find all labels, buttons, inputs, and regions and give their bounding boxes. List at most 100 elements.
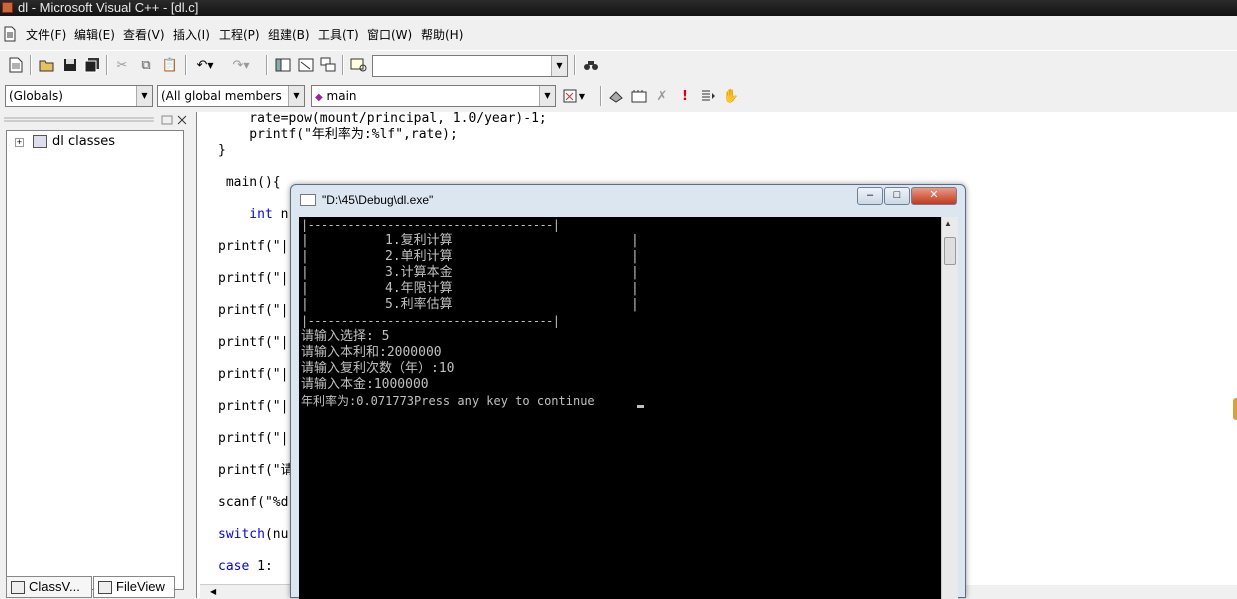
paste-icon[interactable]: 📋 xyxy=(161,56,179,74)
scope-combo[interactable]: (Globals) ▼ xyxy=(5,85,153,107)
code-line: printf("年利率为:%lf",rate); xyxy=(218,127,458,142)
chevron-down-icon[interactable]: ▼ xyxy=(136,86,152,106)
console-bar-left: | xyxy=(301,281,309,296)
console-menu-item: 2.单利计算 xyxy=(385,249,453,264)
toolbar-separator xyxy=(30,55,32,75)
menu-tools[interactable]: 工具(T) xyxy=(318,26,359,43)
code-line: printf("| xyxy=(218,431,289,446)
output-window-icon[interactable] xyxy=(297,56,315,74)
maximize-button[interactable]: □ xyxy=(884,187,910,205)
scroll-up-icon[interactable]: ▲ xyxy=(944,219,952,228)
menu-file[interactable]: 文件(F) xyxy=(26,26,66,43)
console-title: "D:\45\Debug\dl.exe" xyxy=(322,193,434,207)
copy-icon[interactable]: ⧉ xyxy=(137,56,155,74)
menu-help[interactable]: 帮助(H) xyxy=(421,26,463,43)
save-icon[interactable] xyxy=(61,56,79,74)
scroll-thumb[interactable] xyxy=(944,237,956,265)
toolbar-separator xyxy=(574,55,576,75)
function-combo[interactable]: ◆ main ▼ xyxy=(311,85,556,107)
toolbar-separator xyxy=(266,55,268,75)
fileview-icon xyxy=(98,581,112,594)
window-title: dl - Microsoft Visual C++ - [dl.c] xyxy=(18,0,199,15)
close-button[interactable]: ✕ xyxy=(911,187,957,205)
go-icon[interactable] xyxy=(699,87,717,105)
console-bar-left: | xyxy=(301,265,309,280)
new-text-file-icon[interactable] xyxy=(7,56,25,74)
minimize-button[interactable]: – xyxy=(857,187,883,205)
console-bar-right: | xyxy=(631,265,639,280)
save-all-icon[interactable] xyxy=(83,56,101,74)
code-line: scanf("%d xyxy=(218,495,289,510)
keyword: int xyxy=(218,207,273,222)
console-border-top: |-------------------------------------| xyxy=(301,218,560,232)
compile-icon[interactable] xyxy=(607,87,625,105)
find-binoculars-icon[interactable] xyxy=(582,56,600,74)
workspace-icon[interactable] xyxy=(274,56,292,74)
toolbar-separator xyxy=(342,55,344,75)
redo-icon[interactable]: ↷ ▼ xyxy=(228,56,254,74)
console-output-line: 请输入复利次数（年）:10 xyxy=(301,361,455,376)
code-line: case 1: xyxy=(218,559,273,575)
breakpoint-hand-icon[interactable]: ✋ xyxy=(722,87,740,105)
edge-tab-icon[interactable] xyxy=(1233,398,1237,420)
code-line: printf("| xyxy=(218,239,289,254)
console-bar-left: | xyxy=(301,297,309,312)
panel-header xyxy=(2,114,192,126)
stop-build-icon[interactable]: ✗ xyxy=(653,87,671,105)
menu-insert[interactable]: 插入(I) xyxy=(173,26,210,43)
editor-horizontal-scrollbar[interactable]: ◀ xyxy=(200,584,290,598)
console-bar-right: | xyxy=(631,297,639,312)
undo-icon[interactable]: ↶ ▼ xyxy=(192,56,218,74)
console-output-line: 年利率为:0.071773Press any key to continue xyxy=(301,394,595,408)
scroll-left-icon[interactable]: ◀ xyxy=(210,587,216,596)
build-icon[interactable] xyxy=(630,87,648,105)
window-titlebar: dl - Microsoft Visual C++ - [dl.c] xyxy=(0,0,1237,16)
wizard-toolbar: (Globals) ▼ (All global members ▼ ◆ main ▼ … xyxy=(0,82,780,110)
cut-icon[interactable]: ✂ xyxy=(113,56,131,74)
console-screen[interactable]: |-------------------------------------| … xyxy=(299,217,941,599)
console-bar-right: | xyxy=(631,281,639,296)
keyword: case xyxy=(218,559,250,574)
menu-edit[interactable]: 编辑(E) xyxy=(74,26,115,43)
console-cursor xyxy=(637,405,644,408)
open-folder-icon[interactable] xyxy=(38,56,56,74)
app-icon xyxy=(2,2,13,13)
menu-project[interactable]: 工程(P) xyxy=(219,26,260,43)
menu-build[interactable]: 组建(B) xyxy=(268,26,310,43)
tree-root-label[interactable]: dl classes xyxy=(52,134,115,149)
window-list-icon[interactable] xyxy=(319,56,337,74)
members-combo[interactable]: (All global members ▼ xyxy=(157,85,305,107)
execute-icon[interactable]: ! xyxy=(676,87,694,105)
tab-fileview-label: FileView xyxy=(116,579,165,594)
chevron-down-icon[interactable]: ▼ xyxy=(288,86,304,106)
toolbar-separator xyxy=(185,55,187,75)
find-in-files-icon[interactable] xyxy=(350,56,368,74)
members-combo-value: (All global members xyxy=(161,89,282,103)
console-bar-right: | xyxy=(631,233,639,248)
code-line: printf("| xyxy=(218,303,289,318)
console-output-line: 请输入本利和:2000000 xyxy=(301,345,442,360)
code-line: main(){ xyxy=(218,175,281,190)
menu-window[interactable]: 窗口(W) xyxy=(367,26,412,43)
code-line: printf("| xyxy=(218,271,289,286)
console-scrollbar[interactable]: ▲ xyxy=(941,217,958,599)
console-window[interactable]: "D:\45\Debug\dl.exe" – □ ✕ |------------… xyxy=(290,184,966,599)
keyword: switch xyxy=(218,527,265,542)
tab-classview[interactable]: ClassV... xyxy=(6,576,92,598)
menu-view[interactable]: 查看(V) xyxy=(123,26,165,43)
class-tree[interactable]: + dl classes xyxy=(6,130,184,590)
toolbar-separator xyxy=(106,55,108,75)
expand-icon[interactable]: + xyxy=(15,138,24,147)
classes-icon xyxy=(33,135,47,148)
chevron-down-icon[interactable]: ▼ xyxy=(551,56,567,76)
wizard-action-icon[interactable]: ▼ xyxy=(559,87,589,105)
standard-toolbar: ✂ ⧉ 📋 ↶ ▼ ↷ ▼ ▼ xyxy=(0,50,1237,80)
find-combo[interactable]: ▼ xyxy=(372,55,568,77)
tab-fileview[interactable]: FileView xyxy=(93,576,175,598)
workspace-panel: + dl classes xyxy=(0,112,196,598)
console-bar-left: | xyxy=(301,233,309,248)
code-line: } xyxy=(218,143,226,158)
code-line: printf("| xyxy=(218,335,289,350)
method-icon: ◆ xyxy=(315,92,323,103)
chevron-down-icon[interactable]: ▼ xyxy=(539,86,555,106)
